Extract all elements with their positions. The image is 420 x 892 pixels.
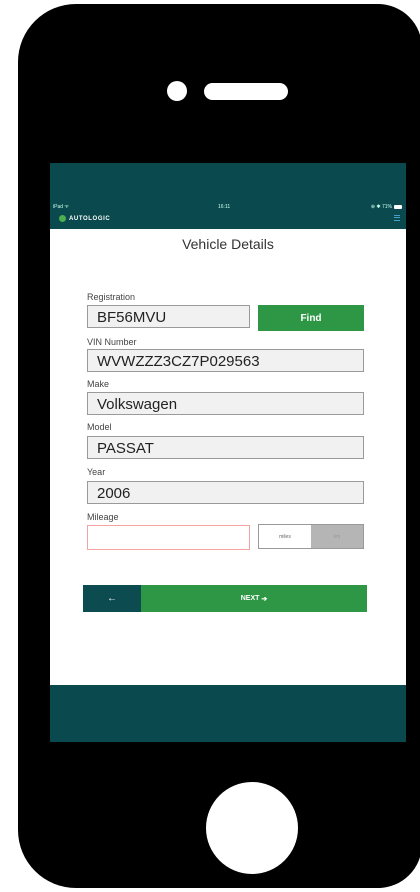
unit-miles-option[interactable]: miles	[259, 525, 311, 548]
brand-logo: AUTOLOGIC	[59, 215, 110, 222]
front-camera	[167, 81, 187, 101]
model-label: Model	[87, 422, 112, 432]
model-input[interactable]: PASSAT	[87, 436, 364, 459]
mileage-label: Mileage	[87, 512, 119, 522]
find-button[interactable]: Find	[258, 305, 364, 331]
unit-km-option[interactable]: km	[311, 525, 363, 548]
page-title: Vehicle Details	[182, 236, 274, 252]
home-button[interactable]	[206, 782, 298, 874]
app-footer	[50, 685, 406, 742]
next-button-label: NEXT	[240, 595, 260, 602]
make-label: Make	[87, 379, 110, 389]
next-button[interactable]: NEXT ➔	[141, 585, 367, 612]
vin-input[interactable]: WVWZZZ3CZ7P029563	[87, 349, 364, 372]
status-carrier: iPad ᯤ	[53, 204, 69, 210]
arrow-left-icon: ←	[107, 593, 117, 604]
make-input[interactable]: Volkswagen	[87, 392, 364, 415]
mileage-unit-toggle[interactable]: miles km	[258, 524, 364, 549]
back-button[interactable]: ←	[83, 585, 141, 612]
status-battery-text: ⊕ ✱ 71%	[370, 204, 392, 210]
mileage-input[interactable]	[87, 525, 250, 550]
status-battery: ⊕ ✱ 71%	[371, 204, 402, 210]
vin-label: VIN Number	[87, 337, 137, 347]
registration-label: Registration	[87, 292, 136, 302]
year-input[interactable]: 2006	[87, 481, 364, 504]
hamburger-menu-icon[interactable]	[394, 215, 400, 222]
battery-icon	[394, 205, 402, 209]
status-time: 16:11	[218, 204, 231, 210]
app-header: iPad ᯤ 16:11 ⊕ ✱ 71% AUTOLOGIC	[50, 163, 406, 229]
app-screen: iPad ᯤ 16:11 ⊕ ✱ 71% AUTOLOGIC Vehicle D…	[50, 163, 406, 742]
brand-name: AUTOLOGIC	[69, 215, 111, 222]
arrow-right-icon: ➔	[261, 595, 268, 603]
earpiece-speaker	[204, 83, 288, 100]
year-label: Year	[87, 467, 106, 477]
logo-icon	[59, 215, 66, 222]
registration-input[interactable]: BF56MVU	[87, 305, 250, 328]
